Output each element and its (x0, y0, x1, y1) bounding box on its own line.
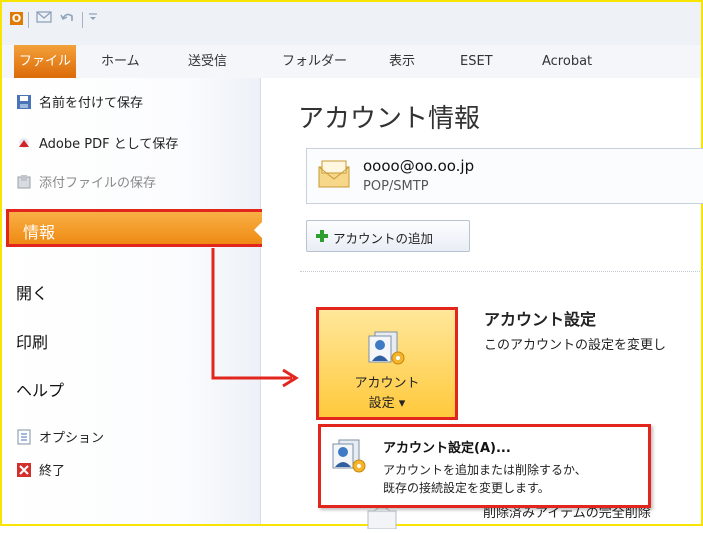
attachment-icon (16, 174, 32, 190)
customize-toolbar-icon[interactable] (88, 10, 98, 28)
ribbon-tabs: ファイル ホーム 送受信 フォルダー 表示 ESET Acrobat (2, 45, 701, 79)
account-settings-button-line2: 設定 ▾ (368, 396, 406, 411)
tab-open[interactable]: 開く (16, 280, 48, 304)
send-receive-icon[interactable] (36, 10, 52, 28)
save-as-pdf-command[interactable]: Adobe PDF として保存 (16, 133, 178, 157)
account-settings-icon (367, 330, 409, 368)
outlook-app-icon[interactable]: O (10, 12, 23, 25)
options-label: オプション (39, 431, 105, 446)
tab-home[interactable]: ホーム (101, 45, 140, 78)
save-attachments-command: 添付ファイルの保存 (16, 172, 156, 196)
exit-label: 終了 (39, 464, 66, 479)
account-email: oooo@oo.oo.jp (363, 157, 475, 175)
account-settings-button[interactable]: アカウント 設定 ▾ (316, 307, 458, 420)
account-type: POP/SMTP (363, 179, 429, 194)
section-divider (300, 271, 703, 272)
account-settings-heading: アカウント設定 (484, 310, 597, 329)
save-as-pdf-label: Adobe PDF として保存 (39, 137, 179, 152)
save-attachments-label: 添付ファイルの保存 (39, 176, 157, 191)
toolbar-separator (82, 12, 83, 28)
menu-item-description-line1: アカウントを追加または削除するか、 (383, 463, 587, 477)
account-settings-menu-icon (331, 439, 369, 475)
selected-notch (254, 222, 262, 238)
tab-print[interactable]: 印刷 (16, 329, 48, 353)
tab-view[interactable]: 表示 (389, 45, 415, 78)
menu-item-description-line2: 既存の接続設定を変更します。 (383, 481, 550, 495)
cleanup-icon (362, 504, 402, 530)
save-as-icon (16, 94, 32, 110)
account-settings-menu-item[interactable]: アカウント設定(A)... (383, 437, 511, 456)
save-as-label: 名前を付けて保存 (39, 96, 144, 111)
account-settings-description: このアカウントの設定を変更し (484, 338, 667, 353)
quick-access-toolbar: O (2, 2, 701, 45)
account-envelope-icon (317, 157, 351, 191)
undo-icon[interactable] (60, 10, 74, 28)
plus-icon (315, 228, 329, 242)
account-selector[interactable]: oooo@oo.oo.jp POP/SMTP (306, 148, 703, 204)
options-icon (16, 429, 32, 445)
tab-acrobat[interactable]: Acrobat (542, 45, 592, 78)
tab-send-receive[interactable]: 送受信 (188, 45, 227, 78)
account-settings-button-line1: アカウント (354, 376, 420, 391)
tab-info-selected[interactable]: 情報 (6, 209, 267, 247)
tab-eset[interactable]: ESET (460, 45, 493, 78)
page-title: アカウント情報 (298, 104, 481, 134)
exit-icon (16, 462, 32, 478)
backstage-nav: 名前を付けて保存 Adobe PDF として保存 添付ファイルの保存 開く 印刷… (2, 78, 261, 524)
add-account-button[interactable]: アカウントの追加 (306, 220, 470, 252)
save-as-command[interactable]: 名前を付けて保存 (16, 92, 143, 116)
tab-info-label: 情報 (23, 223, 56, 242)
tab-folder[interactable]: フォルダー (282, 45, 347, 78)
add-account-label: アカウントの追加 (333, 231, 434, 246)
options-command[interactable]: オプション (16, 427, 104, 451)
tab-help[interactable]: ヘルプ (16, 377, 64, 401)
account-settings-dropdown: アカウント設定(A)... アカウントを追加または削除するか、 既存の接続設定を… (318, 424, 651, 508)
tab-file[interactable]: ファイル (14, 45, 76, 78)
pdf-icon (16, 135, 32, 151)
toolbar-separator (28, 12, 29, 28)
exit-command[interactable]: 終了 (16, 460, 65, 484)
